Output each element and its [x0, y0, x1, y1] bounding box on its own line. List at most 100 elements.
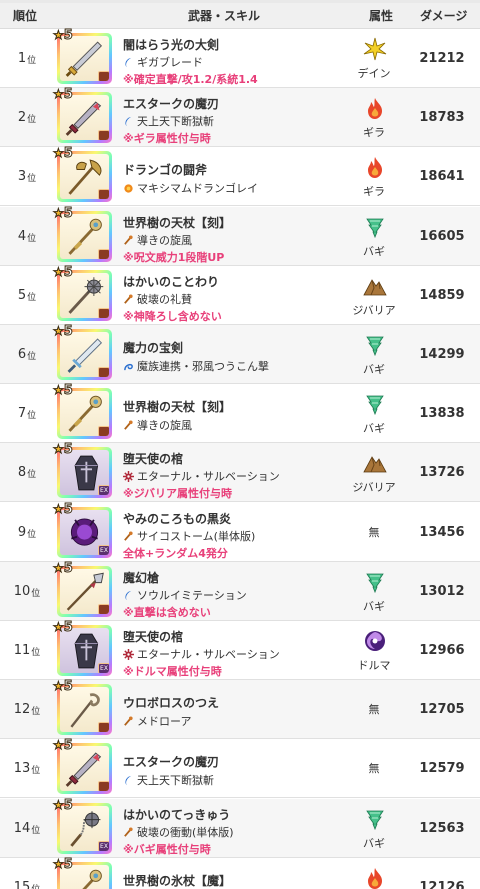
attribute-label: 無 [368, 762, 380, 775]
rank-number: 7 [17, 405, 27, 421]
weapon-name[interactable]: 闇はらう光の大剣 [123, 36, 219, 53]
weapon-icon-frame[interactable]: ★5 [53, 561, 112, 617]
fire-icon [368, 157, 382, 178]
table-row: 12 位 ★5 ウロボロスのつえ メドローア 無 12705 [0, 679, 480, 739]
skill-name: エターナル・サルベーション [137, 470, 280, 483]
rank-suffix: 位 [27, 411, 37, 421]
dark-vortex-icon [365, 631, 385, 651]
weapon-name[interactable]: はかいのことわり [123, 273, 219, 290]
crescent-slash-icon [125, 590, 132, 600]
rank-cell: 4位 [10, 207, 44, 265]
skill-name: ギガブレード [137, 56, 203, 69]
rank-number: 6 [17, 346, 27, 362]
attribute-label: ドルマ [357, 659, 391, 672]
table-row: 5 位 ★5 はかいのことわり 破壊の礼賛 ※神降ろし含めない ジバリア 14859 [0, 265, 480, 325]
rank-cell: 2位 [10, 88, 44, 146]
weapon-icon-frame[interactable]: ★5 [53, 383, 112, 439]
weapon-icon-frame[interactable]: ★5 [53, 87, 112, 143]
skill-note: 全体+ランダム4発分 [123, 547, 228, 560]
staff-skill-icon [124, 715, 133, 726]
weapon-icon-frame[interactable]: ★5 [53, 857, 112, 889]
skill-note: ※ギラ属性付与時 [123, 132, 211, 145]
weapon-name[interactable]: 世界樹の氷杖【魔】 [123, 872, 231, 889]
staff-skill-icon [124, 530, 133, 541]
weapon-icon-frame[interactable]: EX ★5 [53, 620, 112, 676]
earth-icon [363, 279, 387, 296]
five-star-badge-icon: ★5 [53, 620, 74, 636]
skill-name: 導きの旋風 [137, 419, 192, 432]
weapon-name[interactable]: エスタークの魔刃 [123, 753, 219, 770]
weapon-name[interactable]: ウロボロスのつえ [123, 694, 219, 711]
rank-number: 11 [13, 642, 31, 658]
rank-number: 10 [13, 583, 31, 599]
weapon-icon-frame[interactable]: ★5 [53, 324, 112, 380]
rank-cell: 6位 [10, 325, 44, 383]
weapon-icon-frame[interactable]: ★5 [53, 28, 112, 84]
damage-value: 12563 [419, 820, 465, 836]
rank-cell: 14 位 [10, 799, 44, 857]
wind-icon [366, 395, 384, 416]
weapon-icon-frame[interactable]: ★5 [53, 679, 112, 735]
attribute-label: バギ [363, 245, 385, 258]
weapon-name[interactable]: 世界樹の天杖【刻】 [123, 398, 231, 415]
weapon-icon-frame[interactable]: EX ★5 [53, 798, 112, 854]
table-row: 13 位 ★5 エスタークの魔刃 天上天下断獄斬 無 12579 [0, 738, 480, 798]
skill-name: マキシマムドランゴレイ [137, 182, 258, 195]
weapon-name[interactable]: 堕天使の棺 [123, 628, 183, 645]
skill: サイコストーム(単体版) [123, 528, 255, 544]
table-row: 8 位 EX ★5 堕天使の棺 エターナル・サルベーション ※ジバリア属性付与時 ジバリア 13… [0, 442, 480, 502]
attribute-label: バギ [363, 837, 385, 850]
skill: 破壊の礼賛 [123, 291, 192, 307]
damage-value: 18641 [419, 168, 465, 184]
rank-suffix: 位 [27, 56, 37, 66]
weapon-name[interactable]: 魔幻槍 [123, 569, 159, 586]
rank-number: 15 [13, 879, 31, 889]
rank-cell: 5位 [10, 266, 44, 324]
skill-name: 天上天下断獄斬 [137, 115, 214, 128]
weapon-name[interactable]: エスタークの魔刃 [123, 95, 219, 112]
damage-value: 18783 [419, 109, 465, 125]
header-attribute: 属性 [368, 9, 393, 23]
weapon-icon-frame[interactable]: EX ★5 [53, 502, 112, 558]
weapon-icon-frame[interactable]: ★5 [53, 206, 112, 262]
attribute-label: 無 [368, 703, 380, 716]
header-rank: 順位 [13, 9, 38, 23]
weapon-type-tag [98, 130, 109, 140]
five-star-badge-icon: ★5 [53, 383, 74, 399]
rank-suffix: 位 [27, 234, 37, 244]
weapon-name[interactable]: 魔力の宝剣 [123, 339, 183, 356]
weapon-type-tag: EX [98, 663, 109, 673]
crescent-slash-icon [125, 116, 132, 126]
skill-name: エターナル・サルベーション [137, 648, 280, 661]
skill-note: ※確定直撃/攻1.2/系統1.4 [123, 73, 258, 86]
five-star-badge-icon: ★5 [53, 738, 74, 754]
rank-suffix: 位 [27, 293, 37, 303]
skill-note: ※ジバリア属性付与時 [123, 487, 233, 500]
weapon-icon-frame[interactable]: ★5 [53, 738, 112, 794]
five-star-badge-icon: ★5 [53, 146, 74, 162]
damage-value: 16605 [419, 228, 465, 244]
weapon-icon-frame[interactable]: ★5 [53, 146, 112, 202]
weapon-name[interactable]: はかいのてっきゅう [123, 806, 230, 823]
weapon-name[interactable]: ドランゴの闘斧 [123, 161, 207, 178]
weapon-name[interactable]: やみのころもの黒炎 [123, 510, 231, 527]
damage-value: 21212 [419, 50, 465, 66]
weapon-name[interactable]: 世界樹の天杖【刻】 [123, 214, 231, 231]
rank-suffix: 位 [27, 174, 37, 184]
staff-skill-icon [124, 419, 133, 430]
weapon-name[interactable]: 堕天使の棺 [123, 450, 183, 467]
attribute-cell: バギ [348, 384, 400, 442]
rank-number: 3 [17, 168, 27, 184]
rank-number: 4 [17, 228, 27, 244]
weapon-icon-frame[interactable]: ★5 [53, 265, 112, 321]
rank-suffix: 位 [27, 470, 37, 480]
rank-suffix: 位 [31, 882, 40, 889]
rank-number: 5 [17, 287, 27, 303]
table-row: 3 位 ★5 ドランゴの闘斧 マキシマムドランゴレイ ギラ 18641 [0, 146, 480, 206]
skill-note: ※神降ろし含めない [123, 310, 222, 323]
rank-suffix: 位 [27, 115, 37, 125]
weapon-type-tag [98, 189, 109, 199]
earth-icon [363, 456, 387, 473]
weapon-icon-frame[interactable]: EX ★5 [53, 442, 112, 498]
rank-cell: 15位 [10, 858, 44, 889]
